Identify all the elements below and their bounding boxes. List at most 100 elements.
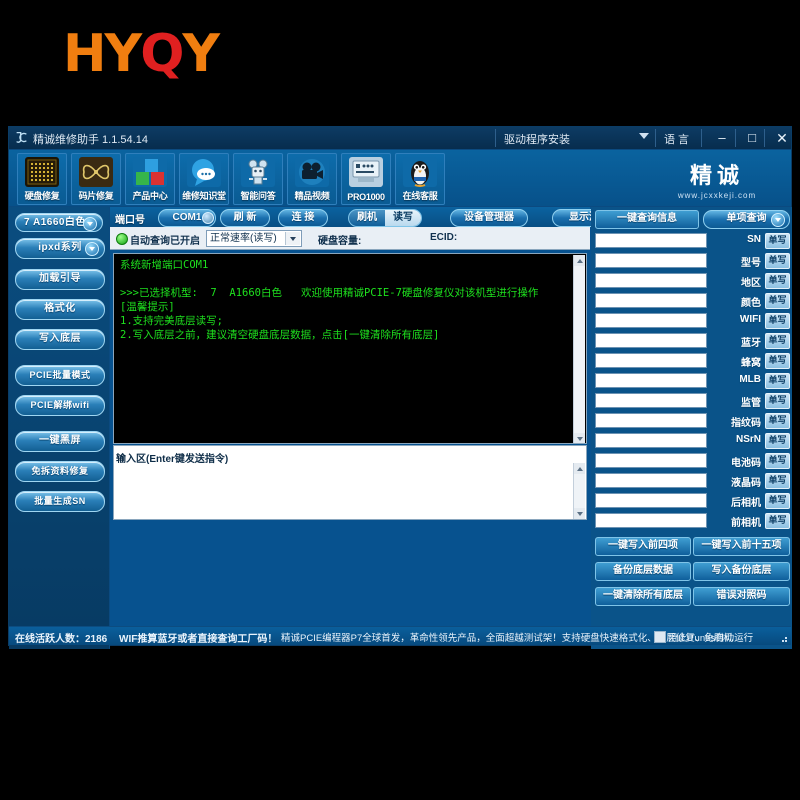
write-first-fifteen-button[interactable]: 一键写入前十五项 (693, 537, 790, 556)
field-row: 液晶码 单写 (591, 472, 792, 492)
driver-install-button[interactable]: 驱动程序安装 (504, 131, 570, 147)
write-button-颜色[interactable]: 单写 (765, 293, 790, 309)
input-scrollbar[interactable] (573, 463, 585, 519)
write-first-four-button[interactable]: 一键写入前四项 (595, 537, 691, 556)
blocks-icon (133, 157, 167, 187)
write-button-监管[interactable]: 单写 (765, 393, 790, 409)
close-button[interactable]: ✕ (769, 129, 795, 147)
sidebar-button-write-lowlevel[interactable]: 写入底层 (15, 329, 105, 350)
field-input-蓝牙[interactable] (595, 333, 707, 348)
field-input-WIFI[interactable] (595, 313, 707, 328)
toolbar-item-hard-disk-repair[interactable]: 硬盘修复 (17, 153, 67, 205)
field-input-指纹码[interactable] (595, 413, 707, 428)
titlebar-divider (495, 129, 496, 147)
chevron-down-icon[interactable] (639, 133, 649, 139)
block-itunes-checkbox[interactable] (654, 631, 666, 643)
field-input-地区[interactable] (595, 273, 707, 288)
minimize-button[interactable]: – (709, 129, 735, 147)
disk-capacity-label: 硬盘容量: (318, 236, 362, 247)
field-input-NSrN[interactable] (595, 433, 707, 448)
company-website: www.jcxxkeji.com (677, 191, 757, 200)
scroll-up-icon[interactable] (574, 255, 585, 266)
sidebar-button-no-disassembly-repair[interactable]: 免拆资料修复 (15, 461, 105, 482)
write-button-地区[interactable]: 单写 (765, 273, 790, 289)
sidebar-button-one-click-blackscreen[interactable]: 一键黑屏 (15, 431, 105, 452)
maximize-button[interactable]: □ (739, 129, 765, 147)
sidebar-button-batch-generate-sn[interactable]: 批量生成SN (15, 491, 105, 512)
write-button-蜂窝[interactable]: 单写 (765, 353, 790, 369)
field-label-地区: 地区 (741, 278, 761, 289)
toolbar-item-online-service[interactable]: 在线客服 (395, 153, 445, 205)
field-input-MLB[interactable] (595, 373, 707, 388)
chevron-down-icon (771, 213, 785, 227)
write-button-NSrN[interactable]: 单写 (765, 433, 790, 449)
write-button-WIFI[interactable]: 单写 (765, 313, 790, 329)
backup-lowlevel-data-button[interactable]: 备份底层数据 (595, 562, 691, 581)
field-row: 颜色 单写 (591, 292, 792, 312)
field-row: 蜂窝 单写 (591, 352, 792, 372)
toolbar-item-smart-qa[interactable]: 智能问答 (233, 153, 283, 205)
sidebar-button-pcie-unbind-wifi[interactable]: PCIE解绑wifi (15, 395, 105, 416)
toolbar-item-chip-repair[interactable]: 码片修复 (71, 153, 121, 205)
console-scrollbar[interactable] (573, 255, 585, 443)
field-input-液晶码[interactable] (595, 473, 707, 488)
mode-readwrite-tab[interactable]: 读写 (385, 210, 421, 226)
scroll-down-icon[interactable] (574, 433, 585, 443)
write-button-蓝牙[interactable]: 单写 (765, 333, 790, 349)
console-text: 系统新增端口COM1 >>>已选择机型: 7 A1660白色 欢迎使用精诚PCI… (120, 259, 539, 341)
field-input-蜂窝[interactable] (595, 353, 707, 368)
mode-toggle-group: 刷机 读写 (348, 209, 422, 227)
write-button-SN[interactable]: 单写 (765, 233, 790, 249)
error-code-reference-button[interactable]: 错误对照码 (693, 587, 790, 606)
field-input-型号[interactable] (595, 253, 707, 268)
field-label-监管: 监管 (741, 398, 761, 409)
series-select-dropdown[interactable]: ipxd系列 (15, 238, 105, 259)
field-label-NSrN: NSrN (735, 434, 761, 445)
application-window: 精诚维修助手 1.1.54.14 驱动程序安装 语 言 – □ ✕ 硬盘修复 码… (8, 126, 795, 649)
toolbar-item-premium-video[interactable]: 精品视频 (287, 153, 337, 205)
field-input-SN[interactable] (595, 233, 707, 248)
write-button-后相机[interactable]: 单写 (765, 493, 790, 509)
write-button-MLB[interactable]: 单写 (765, 373, 790, 389)
toolbar-item-repair-knowledge[interactable]: 维修知识堂 (179, 153, 229, 205)
field-input-前相机[interactable] (595, 513, 707, 528)
write-button-液晶码[interactable]: 单写 (765, 473, 790, 489)
sidebar-button-format[interactable]: 格式化 (15, 299, 105, 320)
field-label-液晶码: 液晶码 (731, 478, 761, 489)
sidebar-button-pcie-batch-mode[interactable]: PCIE批量模式 (15, 365, 105, 386)
logo-text-q: Q (140, 24, 184, 84)
clear-all-lowlevel-button[interactable]: 一键清除所有底层 (595, 587, 691, 606)
port-dropdown-icon[interactable] (202, 212, 214, 224)
language-button[interactable]: 语 言 (664, 131, 689, 147)
model-select-dropdown[interactable]: 7 A1660白色 (15, 213, 103, 232)
scroll-up-icon[interactable] (574, 463, 585, 474)
write-button-型号[interactable]: 单写 (765, 253, 790, 269)
toolbar-item-pro1000[interactable]: PRO1000 (341, 153, 391, 205)
query-all-button[interactable]: 一键查询信息 (595, 210, 699, 229)
write-backup-lowlevel-button[interactable]: 写入备份底层 (693, 562, 790, 581)
write-button-指纹码[interactable]: 单写 (765, 413, 790, 429)
device-board-icon (349, 157, 383, 187)
field-label-SN: SN (747, 234, 761, 245)
write-button-电池码[interactable]: 单写 (765, 453, 790, 469)
field-input-监管[interactable] (595, 393, 707, 408)
command-input-area[interactable] (114, 462, 586, 520)
scroll-down-icon[interactable] (574, 508, 585, 519)
refresh-button[interactable]: 刷 新 (220, 209, 270, 227)
field-input-电池码[interactable] (595, 453, 707, 468)
connect-button[interactable]: 连 接 (278, 209, 328, 227)
mode-flash-tab[interactable]: 刷机 (349, 210, 385, 226)
device-manager-button[interactable]: 设备管理器 (450, 209, 528, 227)
write-button-前相机[interactable]: 单写 (765, 513, 790, 529)
sidebar-button-load-boot[interactable]: 加载引导 (15, 269, 105, 290)
field-input-颜色[interactable] (595, 293, 707, 308)
toolbar-item-product-center[interactable]: 产品中心 (125, 153, 175, 205)
console-output[interactable]: 系统新增端口COM1 >>>已选择机型: 7 A1660白色 欢迎使用精诚PCI… (113, 253, 587, 444)
window-title: 精诚维修助手 1.1.54.14 (33, 134, 148, 146)
field-input-后相机[interactable] (595, 493, 707, 508)
resize-grip-icon[interactable] (778, 633, 788, 643)
speed-select[interactable]: 正常速率(读写) (206, 230, 302, 247)
single-query-dropdown[interactable]: 单项查询 (703, 210, 790, 229)
field-row: 型号 单写 (591, 252, 792, 272)
titlebar-divider (764, 129, 765, 147)
